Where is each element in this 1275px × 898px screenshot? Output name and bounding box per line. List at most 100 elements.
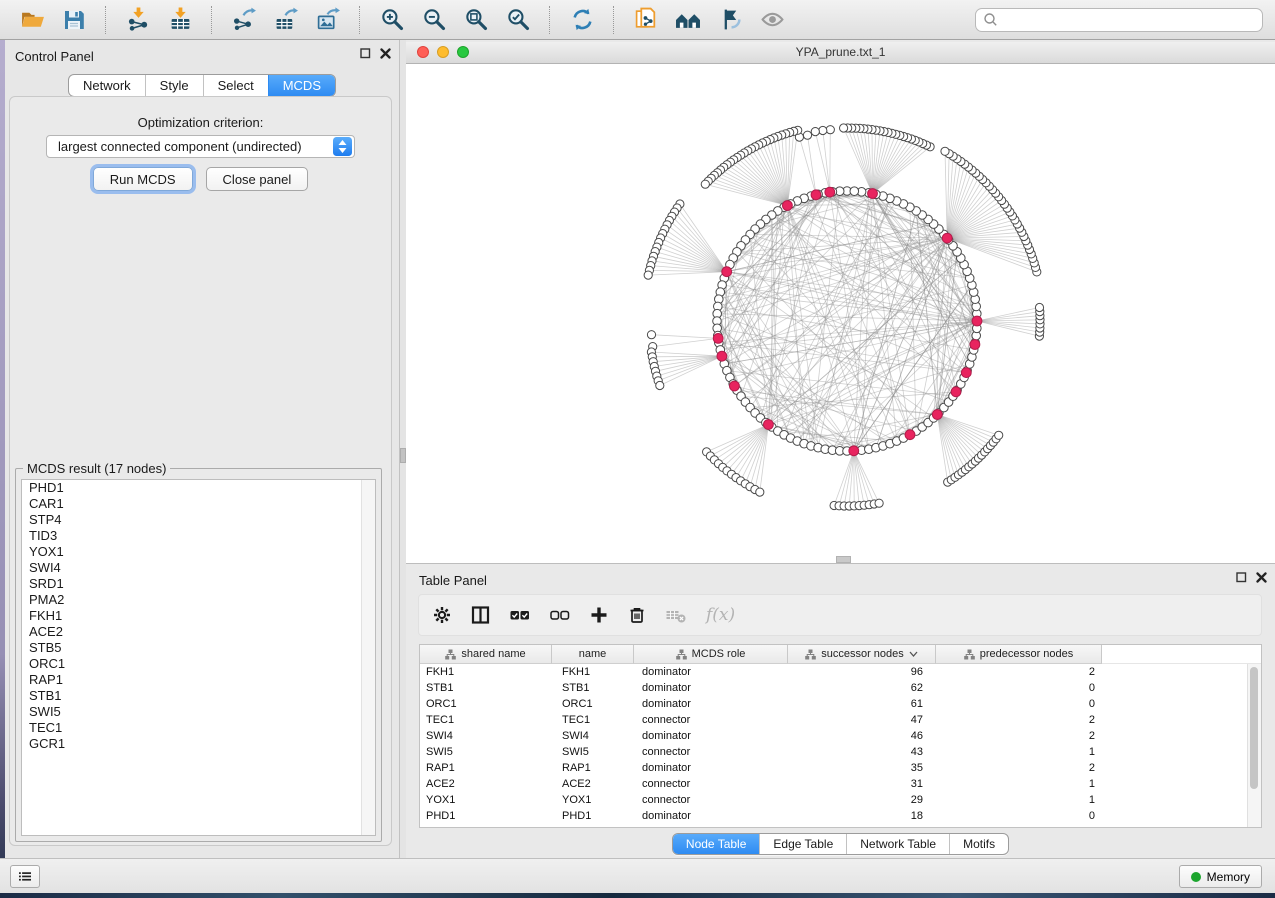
import-table-icon bbox=[168, 7, 193, 32]
scrollbar-thumb[interactable] bbox=[1250, 667, 1258, 789]
float-panel-icon[interactable] bbox=[1236, 572, 1247, 583]
table-row[interactable]: SWI4SWI4dominator462 bbox=[420, 728, 1261, 744]
close-panel-icon[interactable] bbox=[380, 48, 391, 59]
zoom-out-button[interactable] bbox=[414, 4, 454, 36]
close-panel-icon[interactable] bbox=[1256, 572, 1267, 583]
column-header-name[interactable]: name bbox=[552, 645, 634, 664]
table-header-spacer bbox=[1102, 645, 1261, 664]
open-session-button[interactable] bbox=[12, 4, 52, 36]
memory-button[interactable]: Memory bbox=[1179, 865, 1262, 888]
column-header-mcds-role[interactable]: MCDS role bbox=[634, 645, 788, 664]
save-session-button[interactable] bbox=[54, 4, 94, 36]
table-row[interactable]: STB1STB1dominator620 bbox=[420, 680, 1261, 696]
cell-predecessor-nodes: 1 bbox=[936, 778, 1102, 790]
zoom-in-icon bbox=[380, 7, 405, 32]
splitter-handle[interactable] bbox=[836, 556, 851, 563]
mcds-result-item[interactable]: ORC1 bbox=[22, 656, 375, 672]
cell-shared-name: SWI5 bbox=[420, 746, 552, 758]
column-header-predecessor-nodes[interactable]: predecessor nodes bbox=[936, 645, 1102, 664]
table-scrollbar[interactable] bbox=[1247, 664, 1261, 827]
search-input[interactable] bbox=[1003, 12, 1255, 28]
mcds-result-item[interactable]: STB5 bbox=[22, 640, 375, 656]
float-panel-icon[interactable] bbox=[360, 48, 371, 59]
mcds-result-item[interactable]: CAR1 bbox=[22, 496, 375, 512]
cell-predecessor-nodes: 0 bbox=[936, 698, 1102, 710]
mcds-result-item[interactable]: STP4 bbox=[22, 512, 375, 528]
mcds-result-item[interactable]: PHD1 bbox=[22, 480, 375, 496]
export-image-button[interactable] bbox=[308, 4, 348, 36]
mcds-result-item[interactable]: STB1 bbox=[22, 688, 375, 704]
mcds-result-item[interactable]: ACE2 bbox=[22, 624, 375, 640]
zoom-selected-button[interactable] bbox=[498, 4, 538, 36]
cell-successor-nodes: 18 bbox=[788, 810, 936, 822]
column-type-icon bbox=[676, 649, 687, 660]
table-panel: Table Panel f(x) shared name bbox=[406, 563, 1275, 858]
criterion-select[interactable]: largest connected component (undirected) bbox=[46, 135, 355, 158]
mcds-list-scrollbar[interactable] bbox=[361, 480, 375, 835]
mcds-result-item[interactable]: PMA2 bbox=[22, 592, 375, 608]
show-all-button[interactable] bbox=[752, 4, 792, 36]
table-row[interactable]: TEC1TEC1connector472 bbox=[420, 712, 1261, 728]
toolbar-separator bbox=[211, 6, 213, 34]
run-mcds-button[interactable]: Run MCDS bbox=[93, 167, 193, 191]
cell-mcds-role: dominator bbox=[634, 730, 788, 742]
clone-network-button[interactable] bbox=[626, 4, 666, 36]
network-canvas[interactable] bbox=[406, 64, 1275, 564]
network-window-titlebar[interactable]: YPA_prune.txt_1 bbox=[406, 42, 1275, 64]
zoom-fit-button[interactable] bbox=[456, 4, 496, 36]
close-panel-button[interactable]: Close panel bbox=[206, 167, 309, 191]
hide-selected-button[interactable] bbox=[710, 4, 750, 36]
table-row[interactable]: YOX1YOX1connector291 bbox=[420, 792, 1261, 808]
cell-mcds-role: dominator bbox=[634, 698, 788, 710]
first-neighbors-button[interactable] bbox=[668, 4, 708, 36]
deselect-all-icon[interactable] bbox=[550, 606, 570, 624]
mcds-result-list[interactable]: PHD1CAR1STP4TID3YOX1SWI4SRD1PMA2FKH1ACE2… bbox=[21, 479, 376, 836]
import-network-button[interactable] bbox=[118, 4, 158, 36]
tab-edge-table[interactable]: Edge Table bbox=[759, 834, 846, 854]
zoom-selected-icon bbox=[506, 7, 531, 32]
import-table-button[interactable] bbox=[160, 4, 200, 36]
show-columns-icon[interactable] bbox=[471, 606, 490, 624]
table-row[interactable]: PHD1PHD1dominator180 bbox=[420, 808, 1261, 824]
table-row[interactable]: FKH1FKH1dominator962 bbox=[420, 664, 1261, 680]
tab-motifs[interactable]: Motifs bbox=[949, 834, 1008, 854]
mcds-result-item[interactable]: SRD1 bbox=[22, 576, 375, 592]
table-row[interactable]: RAP1RAP1dominator352 bbox=[420, 760, 1261, 776]
mcds-result-item[interactable]: TEC1 bbox=[22, 720, 375, 736]
tab-mcds[interactable]: MCDS bbox=[268, 75, 335, 96]
delete-trash-icon[interactable] bbox=[628, 606, 646, 624]
mcds-buttons-row: Run MCDS Close panel bbox=[10, 167, 391, 191]
memory-status-icon bbox=[1191, 872, 1201, 882]
mcds-result-item[interactable]: YOX1 bbox=[22, 544, 375, 560]
tab-node-table[interactable]: Node Table bbox=[673, 834, 760, 854]
tab-network[interactable]: Network bbox=[69, 75, 145, 96]
column-header-shared-name[interactable]: shared name bbox=[420, 645, 552, 664]
mcds-result-item[interactable]: RAP1 bbox=[22, 672, 375, 688]
cell-shared-name: TEC1 bbox=[420, 714, 552, 726]
cell-mcds-role: connector bbox=[634, 794, 788, 806]
select-all-icon[interactable] bbox=[510, 606, 530, 624]
add-icon[interactable] bbox=[590, 606, 608, 624]
tab-network-table[interactable]: Network Table bbox=[846, 834, 949, 854]
mcds-result-item[interactable]: TID3 bbox=[22, 528, 375, 544]
column-header-successor-nodes[interactable]: successor nodes bbox=[788, 645, 936, 664]
mcds-result-item[interactable]: FKH1 bbox=[22, 608, 375, 624]
table-row[interactable]: ACE2ACE2connector311 bbox=[420, 776, 1261, 792]
tab-style[interactable]: Style bbox=[145, 75, 203, 96]
network-graph[interactable] bbox=[406, 64, 1275, 564]
task-history-button[interactable] bbox=[10, 865, 40, 888]
mcds-result-item[interactable]: GCR1 bbox=[22, 736, 375, 752]
table-settings-gear-icon[interactable] bbox=[433, 606, 451, 624]
zoom-in-button[interactable] bbox=[372, 4, 412, 36]
search-icon bbox=[983, 12, 998, 27]
table-row[interactable]: ORC1ORC1dominator610 bbox=[420, 696, 1261, 712]
network-window: YPA_prune.txt_1 bbox=[406, 42, 1275, 563]
tab-select[interactable]: Select bbox=[203, 75, 268, 96]
clone-network-icon bbox=[634, 7, 659, 32]
refresh-button[interactable] bbox=[562, 4, 602, 36]
mcds-result-item[interactable]: SWI5 bbox=[22, 704, 375, 720]
table-row[interactable]: SWI5SWI5connector431 bbox=[420, 744, 1261, 760]
mcds-result-item[interactable]: SWI4 bbox=[22, 560, 375, 576]
export-network-button[interactable] bbox=[224, 4, 264, 36]
export-table-button[interactable] bbox=[266, 4, 306, 36]
